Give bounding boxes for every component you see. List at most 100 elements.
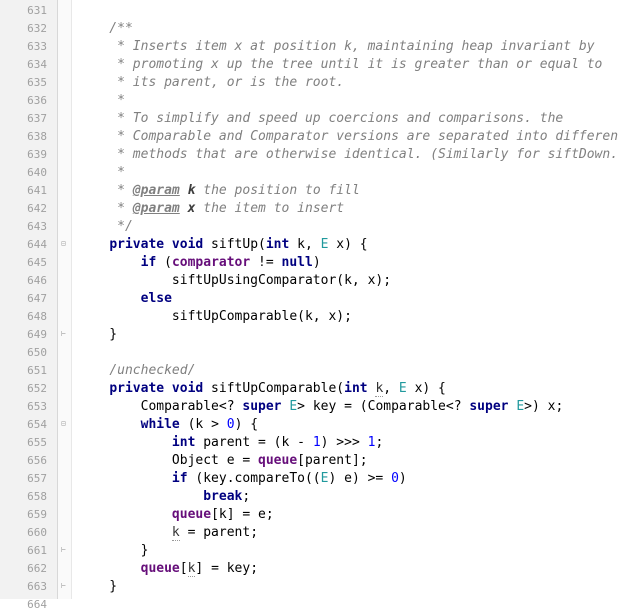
code-line[interactable]: * @param k the position to fill <box>78 182 618 200</box>
code-line[interactable]: * methods that are otherwise identical. … <box>78 146 618 164</box>
code-editor-area[interactable]: /** * Inserts item x at position k, main… <box>72 0 618 599</box>
code-token: /unchecked/ <box>109 363 195 378</box>
fold-marker-icon[interactable]: ⊢ <box>61 330 69 338</box>
code-line[interactable]: * To simplify and speed up coercions and… <box>78 110 618 128</box>
code-token: * Inserts item x at position k, maintain… <box>78 39 595 54</box>
code-line[interactable]: k = parent; <box>78 524 618 542</box>
line-number: 639 <box>0 146 57 164</box>
code-token <box>180 201 188 216</box>
code-line[interactable]: while (k > 0) { <box>78 416 618 434</box>
code-line[interactable]: * @param x the item to insert <box>78 200 618 218</box>
code-token: [parent]; <box>297 453 367 468</box>
code-line[interactable]: if (key.compareTo((E) e) >= 0) <box>78 470 618 488</box>
code-line[interactable]: int parent = (k - 1) >>> 1; <box>78 434 618 452</box>
code-line[interactable]: break; <box>78 488 618 506</box>
code-token: 0 <box>227 417 235 432</box>
code-line[interactable]: queue[k] = key; <box>78 560 618 578</box>
fold-marker-icon[interactable]: ⊢ <box>61 546 69 554</box>
code-token <box>78 561 141 576</box>
code-token <box>78 381 109 396</box>
code-line[interactable]: } <box>78 326 618 344</box>
code-token: != <box>250 255 281 270</box>
code-line[interactable]: * Comparable and Comparator versions are… <box>78 128 618 146</box>
code-token: (key.compareTo(( <box>188 471 321 486</box>
code-token: E <box>516 399 524 414</box>
code-line[interactable]: Comparable<? super E> key = (Comparable<… <box>78 398 618 416</box>
code-token: E <box>289 399 297 414</box>
line-number: 663 <box>0 578 57 596</box>
code-line[interactable]: /unchecked/ <box>78 362 618 380</box>
code-token <box>78 489 203 504</box>
code-line[interactable]: siftUpUsingComparator(k, x); <box>78 272 618 290</box>
code-token: ) <box>313 255 321 270</box>
line-number: 640 <box>0 164 57 182</box>
line-number: 649 <box>0 326 57 344</box>
code-token: ) >>> <box>321 435 368 450</box>
code-token: the item to insert <box>195 201 344 216</box>
code-token: * <box>78 201 133 216</box>
code-token <box>78 237 109 252</box>
code-token: /** <box>78 21 133 36</box>
code-token: siftUpComparable(k, x); <box>78 309 352 324</box>
line-number: 654 <box>0 416 57 434</box>
code-token: null <box>282 255 313 270</box>
fold-marker-icon[interactable]: ⊢ <box>61 582 69 590</box>
code-token: [ <box>180 561 188 576</box>
code-token: } <box>78 543 148 558</box>
code-token: else <box>141 291 172 306</box>
code-line[interactable]: } <box>78 578 618 596</box>
code-token: ) e) >= <box>328 471 391 486</box>
code-token: * <box>78 165 125 180</box>
code-line[interactable]: * <box>78 92 618 110</box>
code-token: comparator <box>172 255 250 270</box>
code-line[interactable]: * Inserts item x at position k, maintain… <box>78 38 618 56</box>
line-number: 635 <box>0 74 57 92</box>
code-token: parent = (k - <box>195 435 312 450</box>
code-line[interactable]: */ <box>78 218 618 236</box>
code-line[interactable]: if (comparator != null) <box>78 254 618 272</box>
code-token: = parent; <box>180 525 258 540</box>
fold-marker-icon[interactable]: ⊟ <box>61 240 69 248</box>
line-number: 660 <box>0 524 57 542</box>
code-line[interactable]: * its parent, or is the root. <box>78 74 618 92</box>
code-token: k, <box>289 237 320 252</box>
code-token: if <box>172 471 188 486</box>
code-line[interactable]: private void siftUpComparable(int k, E x… <box>78 380 618 398</box>
line-number: 638 <box>0 128 57 146</box>
line-number: 658 <box>0 488 57 506</box>
code-line[interactable]: private void siftUp(int k, E x) { <box>78 236 618 254</box>
code-token: [k] = e; <box>211 507 274 522</box>
code-token: 1 <box>313 435 321 450</box>
line-number: 662 <box>0 560 57 578</box>
code-token <box>78 291 141 306</box>
code-line[interactable]: Object e = queue[parent]; <box>78 452 618 470</box>
fold-gutter: ⊟ ⊢ ⊟ ⊢ ⊢ <box>58 0 72 599</box>
code-token <box>78 435 172 450</box>
code-token: @param <box>133 201 180 216</box>
line-number: 641 <box>0 182 57 200</box>
code-token: ; <box>375 435 383 450</box>
line-number: 634 <box>0 56 57 74</box>
code-token: siftUpUsingComparator(k, x); <box>78 273 391 288</box>
code-line[interactable]: /** <box>78 20 618 38</box>
code-line[interactable] <box>78 344 618 362</box>
fold-marker-icon[interactable]: ⊟ <box>61 420 69 428</box>
code-token: ; <box>242 489 250 504</box>
code-token: Object e = <box>78 453 258 468</box>
code-token <box>78 363 109 378</box>
code-line[interactable]: queue[k] = e; <box>78 506 618 524</box>
code-line[interactable] <box>78 2 618 20</box>
code-token: >) x; <box>524 399 563 414</box>
line-number: 657 <box>0 470 57 488</box>
line-number: 636 <box>0 92 57 110</box>
code-line[interactable]: * promoting x up the tree until it is gr… <box>78 56 618 74</box>
code-line[interactable]: } <box>78 542 618 560</box>
code-line[interactable]: siftUpComparable(k, x); <box>78 308 618 326</box>
code-token: super <box>242 399 281 414</box>
code-token: * To simplify and speed up coercions and… <box>78 111 563 126</box>
line-number-gutter: 6316326336346356366376386396406416426436… <box>0 0 58 599</box>
code-line[interactable]: * <box>78 164 618 182</box>
code-line[interactable]: else <box>78 290 618 308</box>
code-token: siftUp( <box>203 237 266 252</box>
code-token: ] = key; <box>195 561 258 576</box>
